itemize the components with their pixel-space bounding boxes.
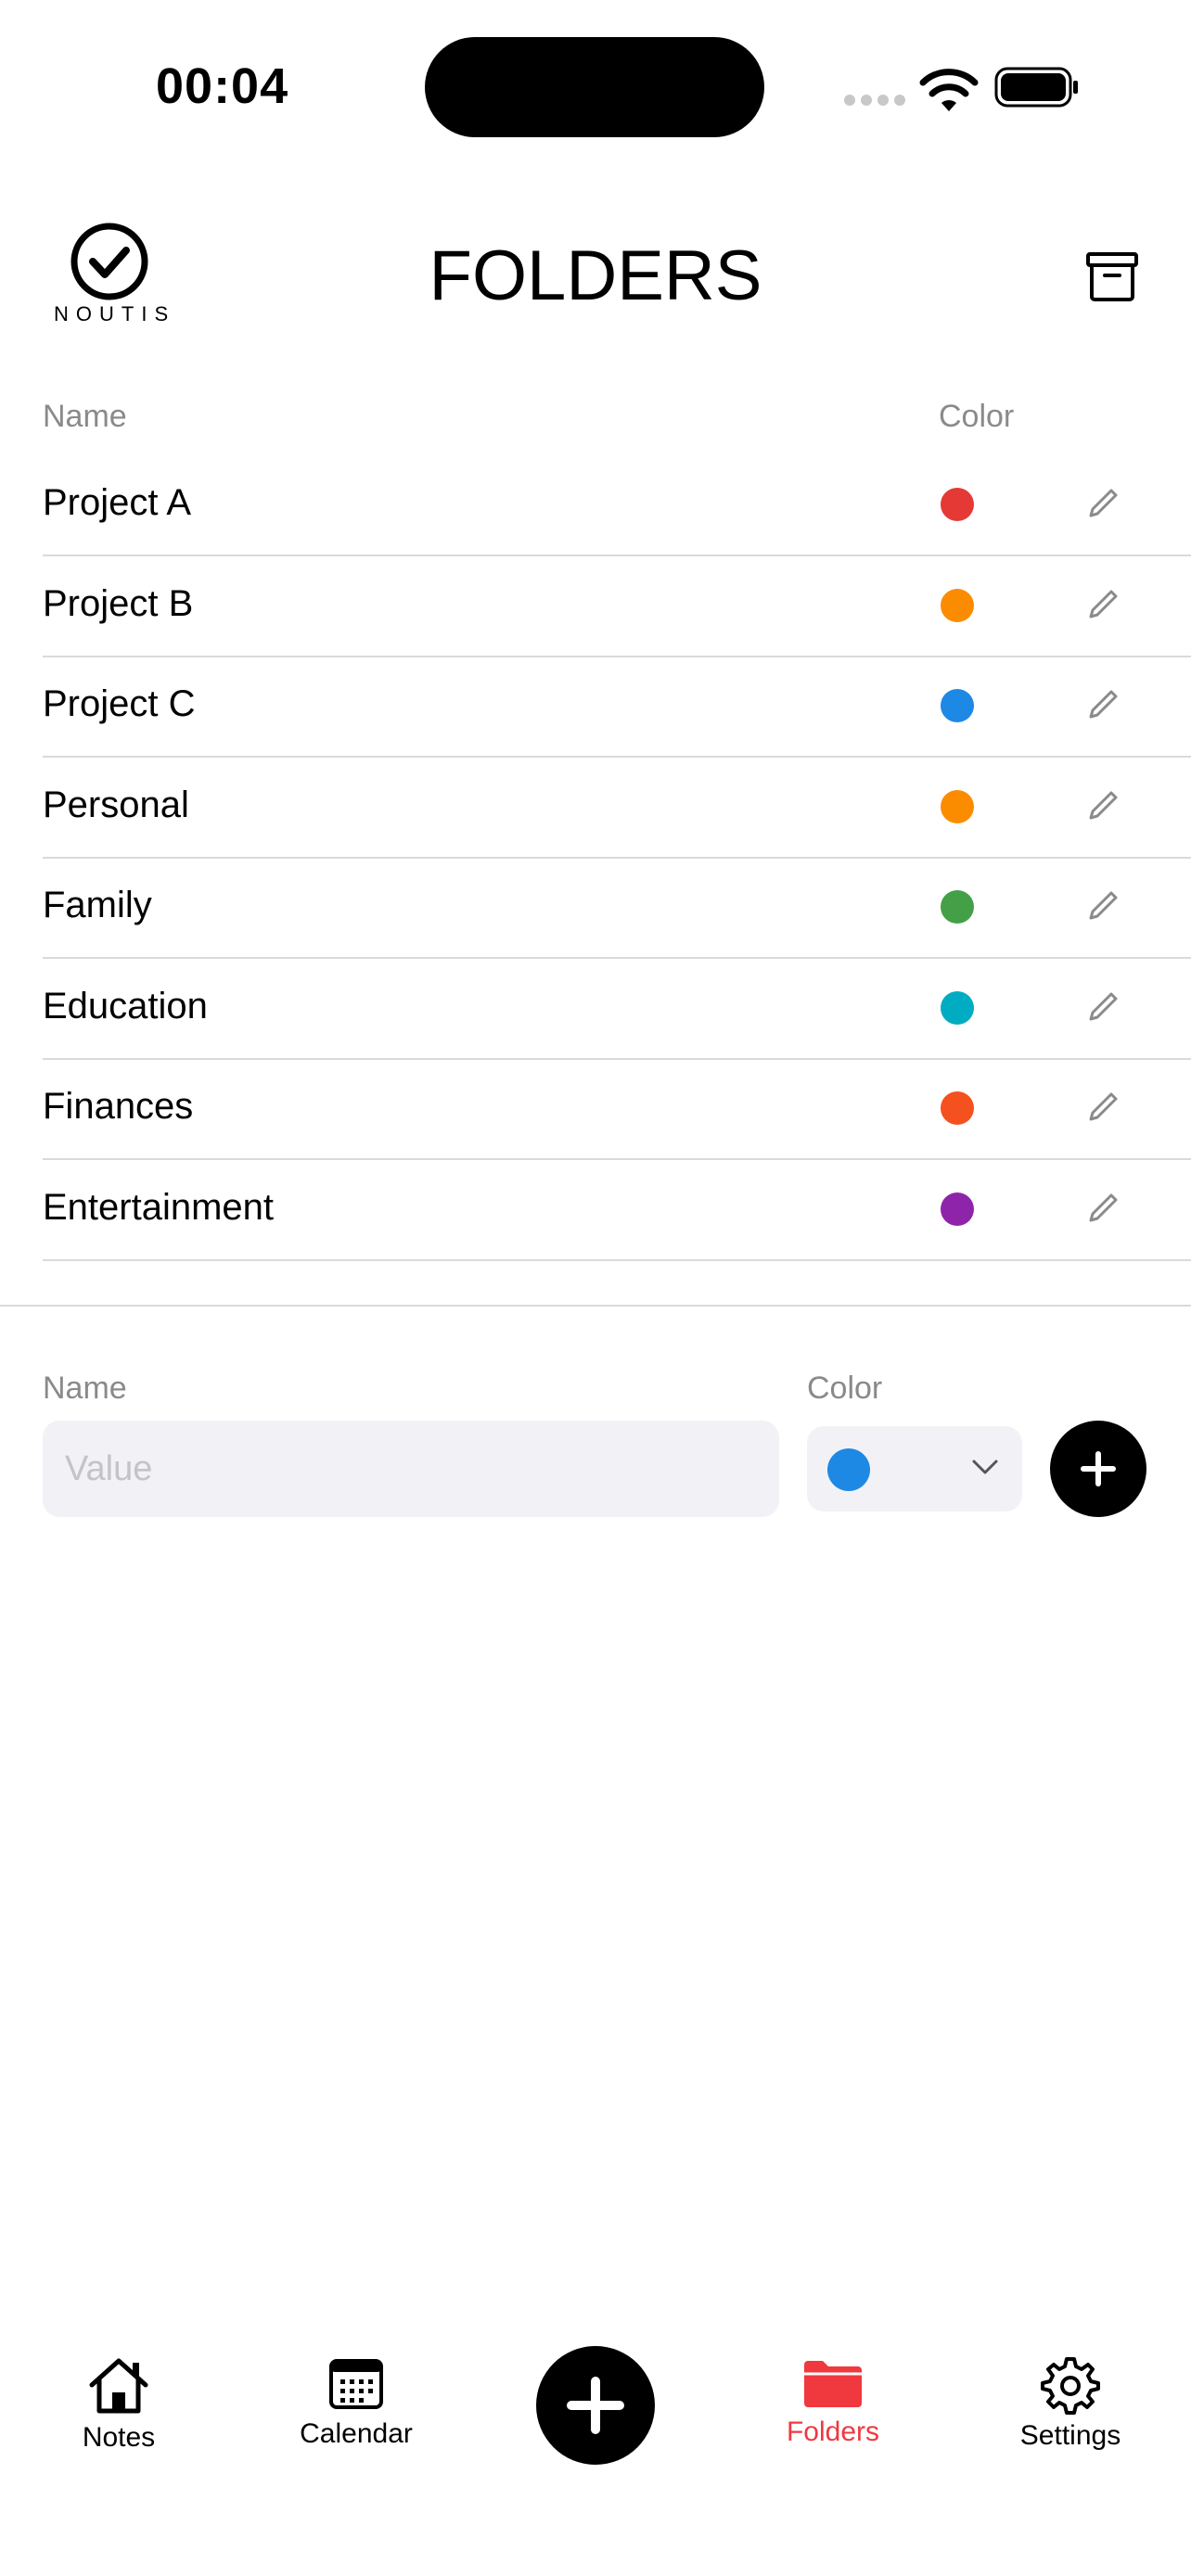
battery-icon: [994, 67, 1078, 108]
tab-label-folders: Folders: [786, 2417, 880, 2447]
calendar-icon: [329, 2359, 383, 2409]
tab-notes[interactable]: Notes: [26, 2355, 211, 2454]
folder-row[interactable]: Education: [43, 958, 1191, 1060]
status-time: 00:04: [156, 58, 289, 114]
signal-icon: [844, 95, 905, 106]
edit-pencil-icon[interactable]: [1085, 1191, 1121, 1226]
edit-pencil-icon[interactable]: [1085, 687, 1121, 722]
folder-row[interactable]: Finances: [43, 1058, 1191, 1160]
tab-label-notes: Notes: [82, 2422, 156, 2453]
gear-icon: [1041, 2357, 1100, 2415]
new-folder-name-label: Name: [43, 1371, 127, 1406]
folder-row[interactable]: Project A: [43, 454, 1191, 556]
plus-icon: [567, 2377, 624, 2434]
folder-row[interactable]: Family: [43, 857, 1191, 959]
page-title: FOLDERS: [429, 236, 762, 315]
home-icon: [89, 2358, 148, 2414]
edit-pencil-icon[interactable]: [1085, 989, 1121, 1025]
folder-icon: [804, 2361, 862, 2407]
folder-name: Finances: [43, 1086, 194, 1127]
folder-color-dot: [941, 689, 974, 722]
tab-label-calendar: Calendar: [300, 2418, 413, 2449]
folder-color-dot: [941, 789, 974, 823]
folder-row[interactable]: Entertainment: [43, 1159, 1191, 1261]
plus-icon: [1081, 1451, 1116, 1486]
folder-name-input[interactable]: [43, 1421, 779, 1517]
column-header-color: Color: [939, 399, 1015, 434]
folder-name: Project C: [43, 683, 196, 724]
folder-name: Personal: [43, 784, 189, 825]
folder-name: Project A: [43, 482, 192, 523]
selected-color-swatch: [827, 1448, 870, 1491]
dynamic-island: [425, 37, 764, 137]
new-folder-color-label: Color: [807, 1371, 883, 1406]
folder-name: Entertainment: [43, 1186, 275, 1228]
edit-pencil-icon[interactable]: [1085, 888, 1121, 924]
tab-label-settings: Settings: [1019, 2420, 1121, 2451]
archive-icon[interactable]: [1085, 250, 1139, 302]
tab-folders[interactable]: Folders: [740, 2355, 926, 2448]
wifi-icon: [919, 69, 979, 111]
folder-color-dot: [941, 990, 974, 1025]
tab-calendar[interactable]: Calendar: [263, 2355, 449, 2450]
create-note-button[interactable]: [536, 2346, 655, 2465]
folder-row[interactable]: Project B: [43, 555, 1191, 657]
folder-name: Education: [43, 985, 208, 1027]
edit-pencil-icon[interactable]: [1085, 486, 1121, 521]
edit-pencil-icon[interactable]: [1085, 587, 1121, 622]
chevron-down-icon: [972, 1460, 998, 1474]
folder-color-dot: [941, 588, 974, 622]
edit-pencil-icon[interactable]: [1085, 1090, 1121, 1125]
color-select[interactable]: [807, 1426, 1022, 1511]
folder-color-dot: [941, 1091, 974, 1125]
folder-color-dot: [941, 1192, 974, 1226]
tab-settings[interactable]: Settings: [978, 2355, 1163, 2452]
add-folder-button[interactable]: [1050, 1421, 1146, 1517]
folder-color-dot: [941, 890, 974, 924]
folder-name: Family: [43, 885, 152, 925]
column-header-name: Name: [43, 399, 127, 434]
folder-row[interactable]: Project C: [43, 656, 1191, 758]
edit-pencil-icon[interactable]: [1085, 788, 1121, 823]
section-divider: [0, 1305, 1191, 1307]
folder-name: Project B: [43, 582, 194, 624]
folder-color-dot: [941, 488, 974, 521]
folder-row[interactable]: Personal: [43, 757, 1191, 859]
